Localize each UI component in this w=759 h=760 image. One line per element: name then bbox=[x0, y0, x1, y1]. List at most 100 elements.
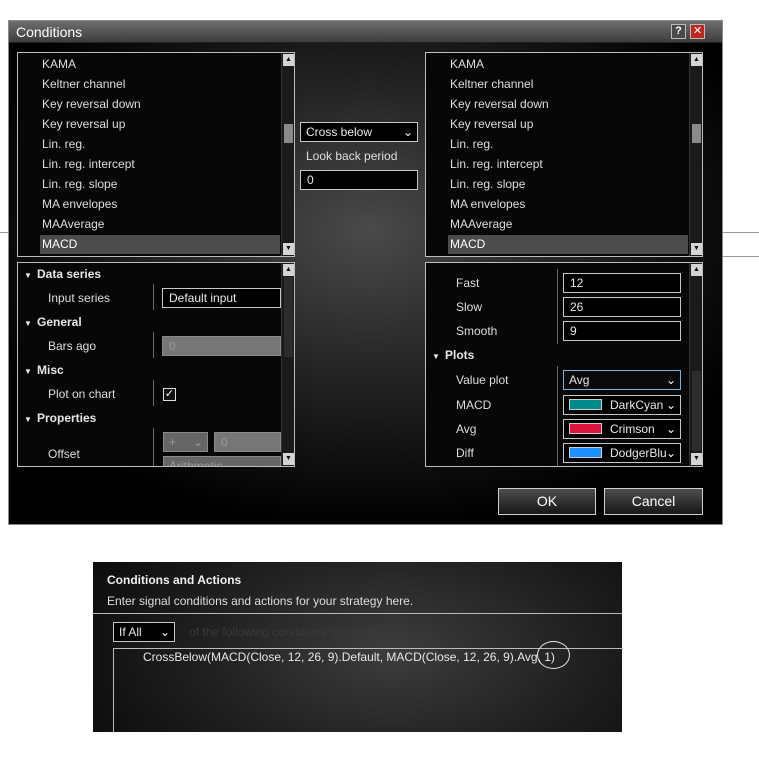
condition-expression[interactable]: CrossBelow(MACD(Close, 12, 26, 9).Defaul… bbox=[143, 650, 555, 664]
offset-sign-select: + ⌄ bbox=[163, 432, 208, 452]
category-label: Data series bbox=[37, 267, 102, 281]
collapse-triangle-icon[interactable]: ▼ bbox=[24, 367, 37, 376]
plot-on-chart-label: Plot on chart bbox=[48, 387, 116, 401]
fast-field[interactable]: 12 bbox=[563, 273, 681, 293]
right-list-item[interactable]: Keltner channel bbox=[450, 75, 533, 94]
category-label: General bbox=[37, 315, 82, 329]
right-properties-scrollbar[interactable]: ▲ ▼ bbox=[689, 263, 702, 466]
left-list-item[interactable]: MACD bbox=[40, 235, 280, 254]
avg-color-select[interactable]: Crimson ⌄ bbox=[563, 419, 681, 439]
category-plots[interactable]: ▼ Plots bbox=[432, 348, 474, 362]
collapse-triangle-icon[interactable]: ▼ bbox=[24, 319, 37, 328]
scroll-thumb[interactable] bbox=[284, 277, 293, 357]
divider bbox=[93, 613, 622, 614]
right-list-scrollbar[interactable]: ▲ ▼ bbox=[689, 53, 702, 256]
panel-subtitle: Enter signal conditions and actions for … bbox=[107, 594, 414, 608]
value-plot-select[interactable]: Avg ⌄ bbox=[563, 370, 681, 390]
color-name: Crimson bbox=[610, 422, 655, 436]
macd-color-select[interactable]: DarkCyan ⌄ bbox=[563, 395, 681, 415]
left-list-item[interactable]: MAAverage bbox=[42, 215, 104, 234]
scroll-thumb[interactable] bbox=[692, 124, 701, 143]
if-all-select[interactable]: If All ⌄ bbox=[113, 622, 175, 642]
left-properties-panel: ▼ Data series Input series Default input … bbox=[17, 262, 295, 467]
input-series-label: Input series bbox=[48, 291, 111, 305]
left-list-item[interactable]: Keltner channel bbox=[42, 75, 125, 94]
offset-type-value: Arithmetic bbox=[169, 459, 223, 467]
right-properties-panel: Fast 12 Slow 26 Smooth 9 ▼ Plots Value pl… bbox=[425, 262, 703, 467]
scroll-up-icon[interactable]: ▲ bbox=[691, 54, 702, 66]
right-list-item[interactable]: Key reversal up bbox=[450, 115, 533, 134]
category-properties[interactable]: ▼ Properties bbox=[24, 411, 96, 425]
background-line bbox=[722, 232, 759, 233]
scroll-down-icon[interactable]: ▼ bbox=[283, 243, 294, 255]
input-series-field[interactable]: Default input bbox=[162, 288, 281, 308]
conditions-met-text: of the following conditions are met bbox=[189, 625, 371, 639]
operator-value: Cross below bbox=[306, 125, 373, 139]
left-list-item[interactable]: Key reversal down bbox=[42, 95, 141, 114]
scroll-up-icon[interactable]: ▲ bbox=[691, 264, 702, 276]
scroll-up-icon[interactable]: ▲ bbox=[283, 264, 294, 276]
left-list-item[interactable]: Key reversal up bbox=[42, 115, 125, 134]
right-indicator-list[interactable]: ▲ ▼ KAMA Keltner channel Key reversal down… bbox=[425, 52, 703, 257]
diff-color-select[interactable]: DodgerBlu ⌄ bbox=[563, 443, 681, 463]
grid-separator bbox=[153, 428, 154, 466]
chevron-down-icon: ⌄ bbox=[665, 398, 676, 412]
grid-separator bbox=[557, 366, 558, 466]
left-list-item[interactable]: Lin. reg. bbox=[42, 135, 85, 154]
right-list-item[interactable]: Lin. reg. bbox=[450, 135, 493, 154]
smooth-field[interactable]: 9 bbox=[563, 321, 681, 341]
left-list-item[interactable]: KAMA bbox=[42, 55, 76, 74]
help-button[interactable]: ? bbox=[671, 24, 686, 39]
offset-type-select: Arithmetic ⌄ bbox=[163, 456, 281, 467]
ok-button[interactable]: OK bbox=[498, 488, 596, 515]
chevron-down-icon: ⌄ bbox=[402, 125, 413, 139]
offset-value-field: 0 bbox=[214, 432, 281, 452]
category-general[interactable]: ▼ General bbox=[24, 315, 82, 329]
cancel-button[interactable]: Cancel bbox=[604, 488, 703, 515]
right-list-item[interactable]: MACD bbox=[448, 235, 688, 254]
lookback-input[interactable]: 0 bbox=[300, 170, 418, 190]
collapse-triangle-icon[interactable]: ▼ bbox=[24, 271, 37, 280]
chevron-down-icon: ⌄ bbox=[159, 625, 170, 639]
close-button[interactable]: ✕ bbox=[690, 24, 705, 39]
left-properties-scrollbar[interactable]: ▲ ▼ bbox=[281, 263, 294, 466]
category-misc[interactable]: ▼ Misc bbox=[24, 363, 64, 377]
value-plot-value: Avg bbox=[569, 373, 590, 387]
operator-select[interactable]: Cross below ⌄ bbox=[300, 122, 418, 142]
scroll-thumb[interactable] bbox=[284, 124, 293, 143]
right-list-item[interactable]: MA envelopes bbox=[450, 195, 525, 214]
bars-ago-label: Bars ago bbox=[48, 339, 97, 353]
scroll-down-icon[interactable]: ▼ bbox=[283, 453, 294, 465]
highlight-circle bbox=[537, 641, 570, 669]
scroll-thumb[interactable] bbox=[692, 371, 701, 451]
right-list-item[interactable]: Lin. reg. intercept bbox=[450, 155, 543, 174]
if-all-value: If All bbox=[119, 625, 142, 639]
slow-field[interactable]: 26 bbox=[563, 297, 681, 317]
scroll-up-icon[interactable]: ▲ bbox=[283, 54, 294, 66]
right-list-item[interactable]: Lin. reg. slope bbox=[450, 175, 525, 194]
left-list-scrollbar[interactable]: ▲ ▼ bbox=[281, 53, 294, 256]
left-list-item[interactable]: MA envelopes bbox=[42, 195, 117, 214]
lookback-label: Look back period bbox=[306, 149, 398, 163]
category-data-series[interactable]: ▼ Data series bbox=[24, 267, 101, 281]
offset-label: Offset bbox=[48, 447, 80, 461]
right-list-item[interactable]: KAMA bbox=[450, 55, 484, 74]
scroll-down-icon[interactable]: ▼ bbox=[691, 453, 702, 465]
category-label: Plots bbox=[445, 348, 475, 362]
smooth-label: Smooth bbox=[456, 324, 498, 338]
plot-on-chart-checkbox[interactable]: ✓ bbox=[163, 388, 176, 401]
color-swatch bbox=[569, 399, 602, 410]
left-list-item[interactable]: Lin. reg. slope bbox=[42, 175, 117, 194]
collapse-triangle-icon[interactable]: ▼ bbox=[432, 352, 445, 361]
category-label: Misc bbox=[37, 363, 64, 377]
conditions-actions-panel: Conditions and Actions Enter signal cond… bbox=[93, 562, 623, 732]
right-list-item[interactable]: Key reversal down bbox=[450, 95, 549, 114]
collapse-triangle-icon[interactable]: ▼ bbox=[24, 415, 37, 424]
left-list-item[interactable]: Lin. reg. intercept bbox=[42, 155, 135, 174]
right-list-item[interactable]: MAAverage bbox=[450, 215, 512, 234]
category-label: Properties bbox=[37, 411, 97, 425]
scroll-down-icon[interactable]: ▼ bbox=[691, 243, 702, 255]
left-indicator-list[interactable]: ▲ ▼ KAMA Keltner channel Key reversal down… bbox=[17, 52, 295, 257]
offset-sign-value: + bbox=[169, 435, 177, 449]
close-icon: ✕ bbox=[692, 25, 703, 37]
